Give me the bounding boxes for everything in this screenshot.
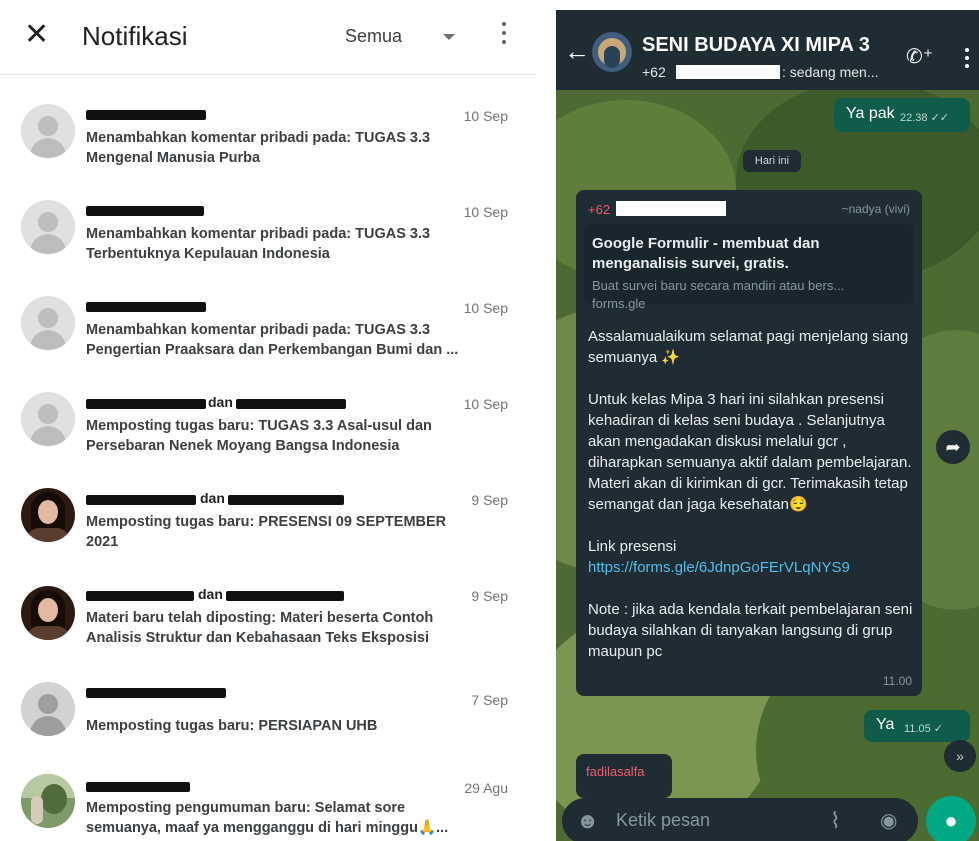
notification-item[interactable]: 10 Sep Menambahkan komentar pribadi pada… [0,192,536,288]
redacted-name [86,206,204,216]
more-vert-icon[interactable] [500,22,508,52]
notification-text: Menambahkan komentar pribadi pada: TUGAS… [86,322,459,358]
redacted-name [86,495,196,505]
preview-title: Google Formulir - membuat dan menganalis… [592,235,820,272]
presensi-link[interactable]: https://forms.gle/6JdnpGoFErVLqNYS9 [588,557,916,578]
notification-item[interactable]: 10 Sep Menambahkan komentar pribadi pada… [0,288,536,384]
message-time: 22.38 ✓✓ [900,112,950,124]
redacted-name [86,110,206,120]
chat-header: ← SENI BUDAYA XI MIPA 3 +62 : sedang men… [556,10,979,90]
notification-date: 10 Sep [463,300,508,316]
sender-alias: ~nadya (vivi) [841,202,910,216]
name-conjunction: dan [198,586,223,602]
dropdown-caret-icon[interactable] [443,34,455,40]
group-avatar[interactable] [592,32,632,72]
notification-item[interactable]: dan 10 Sep Memposting tugas baru: TUGAS … [0,384,536,480]
avatar [21,774,75,828]
chat-panel: ← SENI BUDAYA XI MIPA 3 +62 : sedang men… [556,10,979,841]
redacted-number [616,201,726,216]
avatar [21,296,75,350]
sent-message[interactable]: Ya 11.05 ✓ [864,710,970,742]
back-arrow-icon[interactable]: ← [564,36,590,67]
filter-dropdown[interactable]: Semua [345,26,402,47]
message-placeholder: Ketik pesan [616,810,711,830]
notification-date: 7 Sep [471,692,508,708]
notification-item[interactable]: 7 Sep Memposting tugas baru: PERSIAPAN U… [0,672,536,768]
received-message[interactable]: +62 ~nadya (vivi) Google Formulir - memb… [576,190,922,696]
preview-domain: forms.gle [592,296,646,311]
notification-date: 10 Sep [463,204,508,220]
notification-item[interactable]: 29 Agu Memposting pengumuman baru: Selam… [0,768,536,841]
redacted-name [86,782,190,792]
message-paragraph: Note : jika ada kendala terkait pembelaj… [588,601,913,660]
name-conjunction: dan [208,394,233,410]
notification-date: 9 Sep [471,588,508,604]
message-input[interactable]: ☻ Ketik pesan ⌇ ◉ [562,798,918,841]
typing-status-prefix: +62 [642,64,666,80]
redacted-name [226,591,344,601]
date-chip: Hari ini [743,150,801,172]
mic-icon[interactable]: ● [926,796,976,841]
message-time: 11.00 [882,674,912,688]
notification-date: 29 Agu [464,780,508,796]
notification-date: 9 Sep [471,492,508,508]
avatar [21,392,75,446]
avatar [21,200,75,254]
notifications-panel: ✕ Notifikasi Semua 10 Sep Menambahkan ko… [0,0,536,841]
message-text: Ya [876,716,895,733]
emoji-icon[interactable]: ☻ [576,808,599,834]
page-title: Notifikasi [82,21,188,51]
message-paragraph: Assalamualaikum selamat pagi menjelang s… [588,328,909,366]
notification-text: Memposting tugas baru: PRESENSI 09 SEPTE… [86,514,447,550]
sender-name: fadilasalfa [586,764,645,779]
notifications-header: ✕ Notifikasi Semua [0,0,536,75]
camera-icon[interactable]: ◉ [880,808,897,833]
more-icon[interactable] [965,48,969,72]
close-icon[interactable]: ✕ [24,20,49,50]
redacted-name [228,495,344,505]
group-name[interactable]: SENI BUDAYA XI MIPA 3 [642,34,870,57]
typing-status: : sedang men... [782,64,879,80]
notification-text: Memposting tugas baru: PERSIAPAN UHB [86,718,378,734]
notification-item[interactable]: dan 9 Sep Memposting tugas baru: PRESENS… [0,480,536,576]
notification-text: Memposting tugas baru: TUGAS 3.3 Asal-us… [86,418,432,454]
notification-text: Menambahkan komentar pribadi pada: TUGAS… [86,130,431,166]
redacted-number [676,65,780,79]
redacted-name [236,399,346,409]
notification-text: Memposting pengumuman baru: Selamat sore… [86,800,449,836]
avatar [21,586,75,640]
sender-prefix: +62 [588,202,611,217]
redacted-name [86,688,226,698]
redacted-name [86,591,194,601]
avatar [21,104,75,158]
notification-date: 10 Sep [463,108,508,124]
message-time: 11.05 ✓ [904,723,943,735]
avatar [21,488,75,542]
redacted-name [86,302,206,312]
link-label: Link presensi [588,538,677,555]
sent-message[interactable]: Ya pak 22.38 ✓✓ [834,98,970,132]
notification-text: Materi baru telah diposting: Materi bese… [86,610,434,646]
scroll-down-icon[interactable]: » [944,740,976,772]
message-paragraph: Untuk kelas Mipa 3 hari ini silahkan pre… [588,391,912,513]
redacted-name [86,399,206,409]
notification-date: 10 Sep [463,396,508,412]
link-preview[interactable]: Google Formulir - membuat dan menganalis… [584,224,914,311]
preview-description: Buat survei baru secara mandiri atau ber… [592,278,845,293]
notification-item[interactable]: 10 Sep Menambahkan komentar pribadi pada… [0,96,536,192]
notification-text: Menambahkan komentar pribadi pada: TUGAS… [86,226,431,262]
received-message[interactable]: fadilasalfa [576,754,672,798]
forward-icon[interactable]: ➦ [936,430,970,464]
name-conjunction: dan [200,490,225,506]
message-body: Assalamualaikum selamat pagi menjelang s… [588,326,916,662]
attach-icon[interactable]: ⌇ [830,808,841,834]
message-text: Ya pak [846,105,895,122]
add-call-icon[interactable]: ✆⁺ [906,44,933,69]
avatar [21,682,75,736]
notification-item[interactable]: dan 9 Sep Materi baru telah diposting: M… [0,576,536,672]
